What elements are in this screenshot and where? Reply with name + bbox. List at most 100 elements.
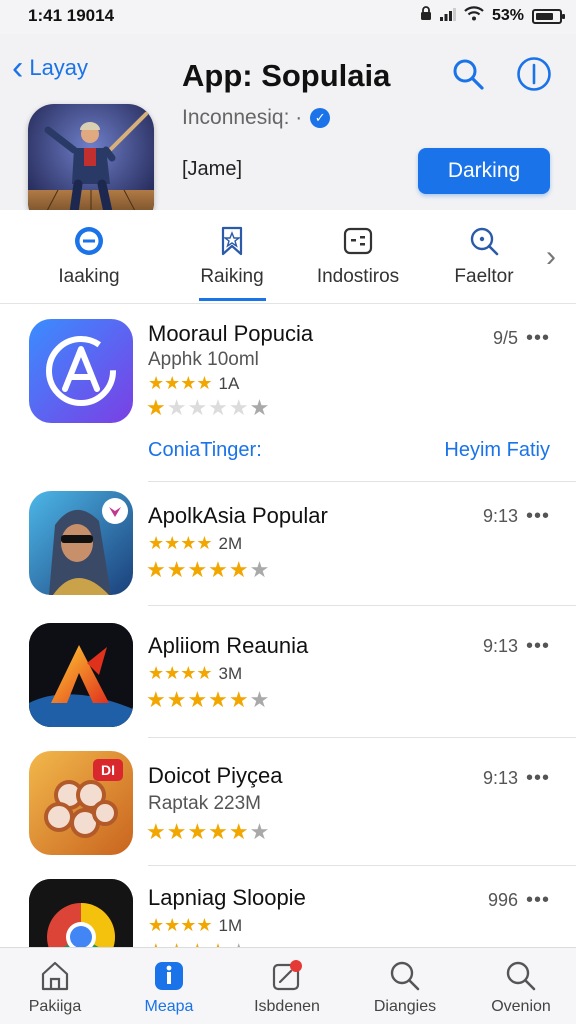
star-rating-large: ★★★★★★	[146, 557, 271, 582]
divider	[148, 865, 576, 866]
search-icon	[506, 961, 536, 991]
app-meta: 9:13 •••	[483, 767, 550, 790]
battery-icon	[532, 8, 565, 24]
status-indicators: 53%	[420, 6, 565, 26]
wifi-icon	[464, 6, 484, 26]
link-left[interactable]: ConiaTinger:	[148, 439, 262, 462]
minus-circle-icon	[75, 227, 103, 255]
link-right[interactable]: Heyim Fatiy	[444, 439, 550, 462]
rating-count: 1A	[218, 374, 240, 393]
tabbar-item-updates[interactable]: Isbdenen	[232, 958, 342, 1016]
rating-count: 3M	[218, 664, 243, 683]
tabbar-label: Isbdenen	[254, 998, 320, 1015]
tabbar-item-home[interactable]: Pakiiga	[0, 958, 110, 1016]
active-tab-indicator	[199, 298, 266, 301]
app-title: Lapniag Sloopie	[148, 885, 306, 910]
search-button[interactable]	[450, 56, 486, 92]
signal-icon	[439, 7, 456, 26]
star-rating: ★★★★ 2M	[148, 533, 243, 553]
rating-count: 1M	[218, 916, 243, 935]
divider	[148, 481, 576, 482]
star-rating-large: ★★★★★★	[146, 395, 271, 420]
chevron-left-icon: ‹	[12, 49, 24, 87]
lock-icon	[420, 6, 432, 26]
back-button[interactable]: ‹ Layay	[12, 49, 89, 87]
tabbar-label: Ovenion	[491, 998, 551, 1015]
app-icon	[29, 623, 133, 727]
back-label: Layay	[29, 55, 89, 80]
app-icon	[29, 879, 133, 947]
tab-indostiros[interactable]: Indostiros	[298, 224, 418, 288]
app-header: ‹ Layay App: Sopulaia Inconnesiq: · ✓ [J…	[0, 34, 576, 228]
tabbar-item-search[interactable]: Diangies	[350, 958, 460, 1016]
tabbar-label: Meapa	[144, 998, 194, 1015]
star-rating-large: ★★★★★	[146, 939, 250, 947]
divider	[148, 605, 576, 606]
home-icon	[41, 961, 69, 991]
app-subtitle: Raptak 223M	[148, 793, 262, 814]
tabbar-label: Diangies	[373, 998, 437, 1015]
verified-icon: ✓	[310, 108, 331, 128]
app-icon	[29, 491, 133, 595]
app-title: Doicot Piyçea	[148, 763, 283, 788]
app-title: Mooraul Popucia	[148, 321, 314, 346]
developer-label: Inconnesiq: · ✓	[182, 106, 331, 130]
app-subtitle: Apphk 10oml	[148, 349, 259, 370]
genre-tag: [Jame]	[182, 158, 243, 180]
app-meta-value: 9:13	[482, 768, 518, 788]
tab-iaaking[interactable]: Iaaking	[29, 224, 149, 288]
app-title: ApolkAsia Popular	[148, 503, 328, 528]
apps-icon	[155, 962, 183, 990]
more-icon[interactable]: •••	[526, 327, 550, 350]
search-icon	[453, 59, 484, 90]
app-list: Mooraul Popucia Apphk 10oml ★★★★ 1A ★★★★★…	[0, 305, 576, 947]
bottom-tab-bar: Pakiiga Meapa Isbdenen Diangies Ovenion	[0, 947, 576, 1024]
search-icon	[470, 227, 499, 256]
tab-faeltor[interactable]: Faeltor	[424, 224, 544, 288]
app-icon	[29, 319, 133, 423]
app-meta-value: 9/5	[492, 328, 518, 348]
category-tabs: Iaaking Raiking Indostiros Faeltor ›	[0, 210, 576, 304]
bookmark-star-icon	[221, 226, 243, 256]
svg-text:DI: DI	[101, 762, 115, 778]
info-icon	[517, 57, 551, 91]
tab-raiking[interactable]: Raiking	[172, 224, 292, 288]
rating-count: 2M	[218, 534, 243, 553]
tabbar-item-apps[interactable]: Meapa	[114, 958, 224, 1016]
star-rating-large: ★★★★★★	[146, 819, 271, 844]
tab-label: Faeltor	[454, 266, 514, 287]
app-meta-value: 9:13	[482, 506, 518, 526]
app-meta: 9:13 •••	[483, 635, 550, 658]
more-icon[interactable]: •••	[526, 635, 550, 658]
updates-icon	[272, 960, 302, 991]
search-icon	[390, 961, 420, 991]
status-bar: 1:41 19014 53%	[0, 0, 576, 34]
star-rating: ★★★★ 3M	[148, 663, 243, 683]
more-icon[interactable]: •••	[526, 889, 550, 912]
app-meta-value: 9:13	[482, 636, 518, 656]
page-title: App: Sopulaia	[182, 58, 391, 93]
chevron-right-icon[interactable]: ›	[546, 240, 556, 274]
more-icon[interactable]: •••	[526, 767, 550, 790]
tabbar-label: Pakiiga	[28, 998, 82, 1015]
tab-label: Indostiros	[316, 266, 400, 287]
app-title: Apliiom Reaunia	[148, 633, 309, 658]
primary-action-button[interactable]: Darking	[418, 148, 550, 194]
tab-label: Raiking	[200, 266, 264, 287]
star-rating: ★★★★ 1A	[148, 373, 240, 393]
app-meta: 996 •••	[488, 889, 550, 912]
star-rating: ★★★★ 1M	[148, 915, 243, 935]
more-icon[interactable]: •••	[526, 505, 550, 528]
info-button[interactable]	[516, 56, 552, 92]
star-rating-large: ★★★★★★	[146, 687, 271, 712]
tabbar-item-overview[interactable]: Ovenion	[466, 958, 576, 1016]
status-time: 1:41 19014	[28, 6, 115, 25]
dice-icon	[343, 227, 373, 255]
divider	[148, 737, 576, 738]
app-meta: 9/5 •••	[493, 327, 550, 350]
app-icon: DI	[29, 751, 133, 855]
tab-label: Iaaking	[58, 266, 120, 287]
battery-percent: 53%	[491, 7, 524, 24]
app-meta-value: 996	[487, 890, 518, 910]
app-meta: 9:13 •••	[483, 505, 550, 528]
